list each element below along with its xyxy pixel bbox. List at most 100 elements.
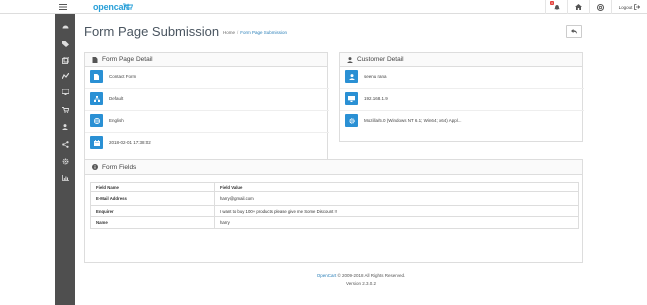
back-button[interactable] xyxy=(566,25,582,38)
sidebar-item-system[interactable] xyxy=(55,155,75,167)
form-page-detail-heading: Form Page Detail xyxy=(85,53,327,67)
form-name-row: Contact Form xyxy=(90,70,136,83)
info-circle-icon xyxy=(92,164,98,170)
table-row: E-Mail Address harry@gmail.com xyxy=(90,191,579,206)
menu-toggle-button[interactable] xyxy=(0,0,75,14)
customer-name-value: seenu rana xyxy=(364,74,387,79)
top-header: opencart 4 Logout xyxy=(0,0,647,14)
file-icon xyxy=(94,73,99,80)
dashboard-icon xyxy=(62,25,68,29)
sidebar-item-design[interactable] xyxy=(55,70,75,82)
form-fields-table: Field Name Field Value E-Mail Address ha… xyxy=(90,182,579,229)
customer-detail-title: Customer Detail xyxy=(357,56,404,63)
user-agent-value: Mozilla/5.0 (Windows NT 6.1; Win64; x64)… xyxy=(364,118,462,123)
user-agent-row: Mozilla/5.0 (Windows NT 6.1; Win64; x64)… xyxy=(345,114,461,127)
table-header-row: Field Name Field Value xyxy=(90,182,579,192)
date-value: 2018-02-01 17:38:02 xyxy=(109,140,151,145)
notifications-button[interactable]: 4 xyxy=(545,0,567,14)
logout-label: Logout xyxy=(618,4,633,10)
ip-value: 192.168.1.9 xyxy=(364,96,388,101)
customer-detail-heading: Customer Detail xyxy=(340,53,582,67)
ip-row: 192.168.1.9 xyxy=(345,92,388,105)
footer-brand-link[interactable]: OpenCart xyxy=(317,273,337,278)
field-value-cell: harry xyxy=(214,216,579,229)
store-row: Default xyxy=(90,92,123,105)
user-icon xyxy=(62,124,68,130)
sidebar-item-dashboard[interactable] xyxy=(55,20,75,32)
breadcrumb: Home / Form Page Submission xyxy=(223,30,288,35)
share-icon xyxy=(61,140,69,148)
row-divider xyxy=(340,110,584,111)
language-row: English xyxy=(90,114,124,127)
calendar-icon xyxy=(93,139,100,146)
sidebar-item-sales[interactable] xyxy=(55,104,75,116)
sidebar-item-reports[interactable] xyxy=(55,172,75,184)
help-button[interactable] xyxy=(589,0,611,14)
sidebar-item-marketing[interactable] xyxy=(55,138,75,150)
language-value: English xyxy=(109,118,124,123)
page-title: Form Page Submission xyxy=(84,24,220,39)
field-value-cell: harry@gmail.com xyxy=(214,191,579,206)
field-value-cell: I want to buy 100+ products please give … xyxy=(214,205,579,217)
breadcrumb-home-link[interactable]: Home xyxy=(223,30,235,35)
sidebar-item-system-display[interactable] xyxy=(55,86,75,98)
user-agent-icon-box xyxy=(345,114,358,127)
sidebar-item-catalog[interactable] xyxy=(55,38,75,50)
hamburger-icon xyxy=(59,4,67,10)
cart-icon xyxy=(61,107,69,113)
breadcrumb-current-link[interactable]: Form Page Submission xyxy=(240,30,287,35)
date-row: 2018-02-01 17:38:02 xyxy=(90,136,151,149)
form-fields-panel: Form Fields Field Name Field Value E-Mai… xyxy=(84,159,583,263)
field-name-cell: E-Mail Address xyxy=(90,191,215,206)
footer-copyright-text: © 2009-2018 All Rights Reserved. xyxy=(336,273,406,278)
date-icon-box xyxy=(90,136,103,149)
logout-button[interactable]: Logout xyxy=(611,0,647,14)
field-name-cell: Name xyxy=(90,216,215,229)
row-divider xyxy=(340,88,584,89)
main-content: Form Page Submission Home / Form Page Subm… xyxy=(75,14,647,305)
footer-version: Version 2.3.0.2 xyxy=(345,281,377,286)
language-icon-box xyxy=(90,114,103,127)
form-name-value: Contact Form xyxy=(109,74,137,79)
reply-icon xyxy=(571,29,577,34)
row-divider xyxy=(85,88,329,89)
bell-icon xyxy=(554,5,559,10)
home-icon xyxy=(575,4,582,10)
ip-icon-box xyxy=(345,92,358,105)
life-ring-icon xyxy=(597,3,604,11)
form-fields-heading: Form Fields xyxy=(85,160,582,175)
footer-copyright: OpenCart © 2009-2018 All Rights Reserved… xyxy=(75,273,647,278)
file-icon xyxy=(92,56,98,63)
sidebar-item-customers[interactable] xyxy=(55,121,75,133)
row-divider xyxy=(85,110,329,111)
field-name-cell: Enquirer xyxy=(90,205,215,217)
form-page-detail-panel: Form Page Detail Contact Form Default En… xyxy=(84,52,329,165)
store-value: Default xyxy=(109,96,124,101)
chart-icon xyxy=(61,175,69,181)
form-page-detail-title: Form Page Detail xyxy=(102,56,153,63)
row-divider xyxy=(85,132,329,133)
sidebar-item-extensions[interactable] xyxy=(55,54,75,66)
home-button[interactable] xyxy=(567,0,589,14)
desktop-icon xyxy=(348,95,355,102)
customer-detail-panel: Customer Detail seenu rana 192.168.1.9 M… xyxy=(339,52,584,142)
sign-out-icon xyxy=(634,4,641,10)
puzzle-icon xyxy=(61,56,69,64)
customer-name-icon-box xyxy=(345,70,358,83)
globe-icon xyxy=(93,117,100,124)
table-row: Name harry xyxy=(90,216,579,229)
logo-cart-icon xyxy=(123,3,133,10)
design-icon xyxy=(61,73,69,79)
sidebar xyxy=(55,14,75,305)
user-icon xyxy=(348,73,355,80)
desktop-icon xyxy=(61,89,69,95)
field-value-header: Field Value xyxy=(214,182,579,192)
customer-name-row: seenu rana xyxy=(345,70,387,83)
gear-icon xyxy=(348,117,355,124)
notification-badge: 4 xyxy=(550,1,554,5)
form-name-icon-box xyxy=(90,70,103,83)
tags-icon xyxy=(61,41,69,47)
store-icon-box xyxy=(90,92,103,105)
cog-icon xyxy=(62,158,68,164)
table-row: Enquirer I want to buy 100+ products ple… xyxy=(90,205,579,217)
